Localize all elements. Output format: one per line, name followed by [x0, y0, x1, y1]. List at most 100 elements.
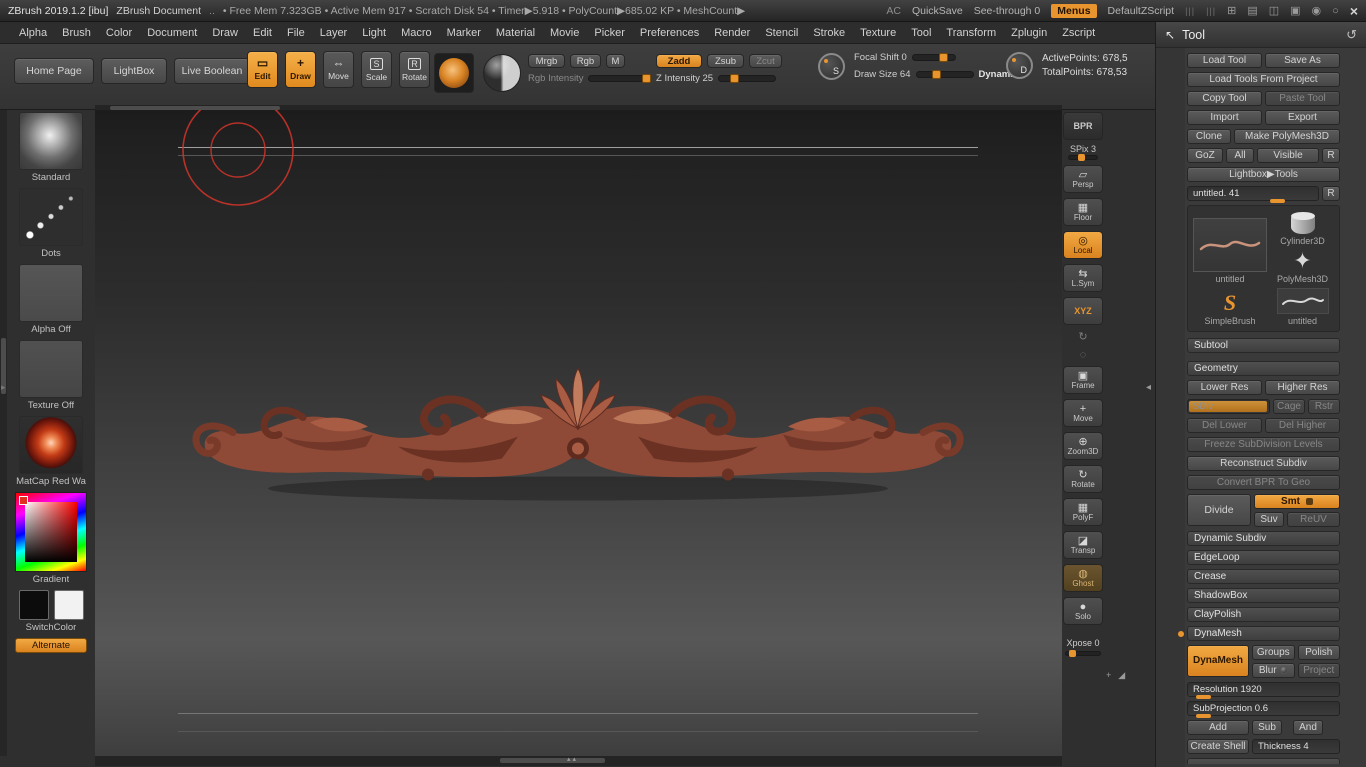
canvas-viewport[interactable] [95, 110, 1062, 756]
reconstruct-subdiv-button[interactable]: Reconstruct Subdiv [1187, 456, 1340, 471]
cage-button[interactable]: Cage [1273, 399, 1305, 414]
import-button[interactable]: Import [1187, 110, 1262, 125]
rgb-intensity-slider[interactable] [588, 74, 652, 83]
reset-icon[interactable]: ↺ [1346, 27, 1357, 43]
dock-resize-icon[interactable]: ◢ [1118, 670, 1125, 681]
and-button[interactable]: And [1293, 720, 1323, 735]
stroke-curve-dial[interactable]: S [818, 52, 845, 80]
move-view-button[interactable]: + Move [1063, 399, 1103, 427]
zsub-button[interactable]: Zsub [707, 54, 744, 68]
add-view-icon[interactable]: ⊞ [1227, 4, 1236, 17]
reuv-button[interactable]: ReUV [1287, 512, 1340, 527]
xpose-group[interactable]: Xpose 0 [1065, 638, 1101, 657]
menu-marker[interactable]: Marker [440, 25, 488, 41]
spix-knob[interactable] [1077, 154, 1085, 161]
persp-button[interactable]: ▱ Persp [1063, 165, 1103, 193]
menu-material[interactable]: Material [489, 25, 542, 41]
menu-color[interactable]: Color [99, 25, 139, 41]
freeze-subdivision-button[interactable]: Freeze SubDivision Levels [1187, 437, 1340, 452]
color-picker[interactable]: Gradient [15, 492, 87, 585]
menu-texture[interactable]: Texture [853, 25, 903, 41]
convert-bpr-to-geo-button[interactable]: Convert BPR To Geo [1187, 475, 1340, 490]
rgb-button[interactable]: Rgb [570, 54, 601, 68]
menu-movie[interactable]: Movie [543, 25, 586, 41]
stroke-selector[interactable]: Dots [19, 188, 83, 259]
sdiv-slider[interactable]: SDiv [1187, 399, 1270, 414]
crease-section-header[interactable]: Crease [1187, 569, 1340, 584]
bpr-button[interactable]: BPR [1063, 112, 1103, 140]
polish-button[interactable]: Polish [1297, 645, 1340, 660]
menu-light[interactable]: Light [355, 25, 393, 41]
panels-icon[interactable]: ◫ [1269, 4, 1279, 17]
z-intensity-slider[interactable] [718, 74, 777, 83]
sub-button[interactable]: Sub [1252, 720, 1282, 735]
blur-knob-icon[interactable] [1279, 666, 1288, 675]
focal-shift-slider[interactable] [911, 53, 956, 62]
floor-button[interactable]: ▦ Floor [1063, 198, 1103, 226]
secondary-color-swatch[interactable] [53, 590, 84, 620]
all-button[interactable]: All [1226, 148, 1254, 163]
spix-slider[interactable] [1068, 154, 1098, 161]
canvas-bottom-scroll-thumb[interactable] [500, 758, 605, 763]
menu-stencil[interactable]: Stencil [758, 25, 805, 41]
menus-button[interactable]: Menus [1051, 3, 1097, 18]
xyz-button[interactable]: XYZ [1063, 297, 1103, 325]
mrgb-button[interactable]: Mrgb [528, 54, 565, 68]
paste-tool-button[interactable]: Paste Tool [1265, 91, 1340, 106]
transp-button[interactable]: ◪ Transp [1063, 531, 1103, 559]
menu-document[interactable]: Document [140, 25, 204, 41]
draw-button[interactable]: + Draw [285, 51, 316, 88]
menu-tool[interactable]: Tool [904, 25, 938, 41]
lightbox-tools-button[interactable]: Lightbox▶Tools [1187, 167, 1340, 182]
lightbox-button[interactable]: LightBox [101, 58, 167, 84]
tool-name-slider-knob[interactable] [1269, 199, 1285, 203]
rgb-intensity-knob[interactable] [642, 74, 652, 83]
scroll-up-arrows-icon[interactable]: ▴▴ [567, 755, 578, 763]
menu-zplugin[interactable]: Zplugin [1004, 25, 1054, 41]
clone-button[interactable]: Clone [1187, 129, 1231, 144]
left-scrollbar[interactable] [0, 110, 7, 756]
resolution-knob[interactable] [1195, 695, 1211, 699]
close-icon[interactable]: × [1350, 3, 1358, 19]
save-as-button[interactable]: Save As [1265, 53, 1340, 68]
alternate-button[interactable]: Alternate [15, 638, 87, 653]
untitled-tool-item[interactable]: untitled [1271, 288, 1334, 326]
solo-button[interactable]: ● Solo [1063, 597, 1103, 625]
blur-dial[interactable]: Blur [1252, 663, 1295, 678]
r-button[interactable]: R [1322, 148, 1340, 163]
r-restore-button[interactable]: R [1322, 186, 1340, 201]
current-material-swatch[interactable] [483, 54, 521, 92]
claypolish-section-header[interactable]: ClayPolish [1187, 607, 1340, 622]
menu-brush[interactable]: Brush [55, 25, 98, 41]
subtool-section-header[interactable]: Subtool [1187, 338, 1340, 353]
xpose-knob[interactable] [1069, 650, 1077, 657]
menu-macro[interactable]: Macro [394, 25, 439, 41]
make-polymesh3d-button[interactable]: Make PolyMesh3D [1234, 129, 1340, 144]
focal-shift-knob[interactable] [938, 53, 948, 62]
texture-thumbnail[interactable] [19, 340, 83, 398]
add-button[interactable]: Add [1187, 720, 1249, 735]
dock-move-icon[interactable]: + [1106, 670, 1111, 681]
lsym-button[interactable]: ⇆ L.Sym [1063, 264, 1103, 292]
cylinder3d-item[interactable]: Cylinder3D [1271, 211, 1334, 246]
texture-selector[interactable]: Texture Off [19, 340, 83, 411]
zcut-button[interactable]: Zcut [749, 54, 782, 68]
brush-selector[interactable]: Standard [19, 112, 83, 183]
user-icon[interactable]: ◉ [1312, 4, 1322, 17]
divide-button[interactable]: Divide [1187, 494, 1251, 526]
simplebrush-item[interactable]: S SimpleBrush [1193, 288, 1267, 327]
load-tools-from-project-button[interactable]: Load Tools From Project [1187, 72, 1340, 87]
goz-button[interactable]: GoZ [1187, 148, 1223, 163]
smt-knob[interactable] [1305, 497, 1313, 505]
del-lower-button[interactable]: Del Lower [1187, 418, 1262, 433]
thickness-slider[interactable]: Thickness 4 [1252, 739, 1340, 754]
lock-icon[interactable]: ▣ [1290, 4, 1300, 17]
spin-icon[interactable]: ↻ [1078, 330, 1087, 343]
menu-transform[interactable]: Transform [939, 25, 1003, 41]
spix-slider-group[interactable]: SPix 3 [1068, 145, 1098, 161]
material-selector[interactable]: MatCap Red Wa [16, 416, 86, 487]
brush-thumbnail[interactable] [19, 112, 83, 170]
home-page-button[interactable]: Home Page [14, 58, 94, 84]
divider-grip-icon[interactable]: ||| [1185, 6, 1195, 16]
alpha-thumbnail[interactable] [19, 264, 83, 322]
